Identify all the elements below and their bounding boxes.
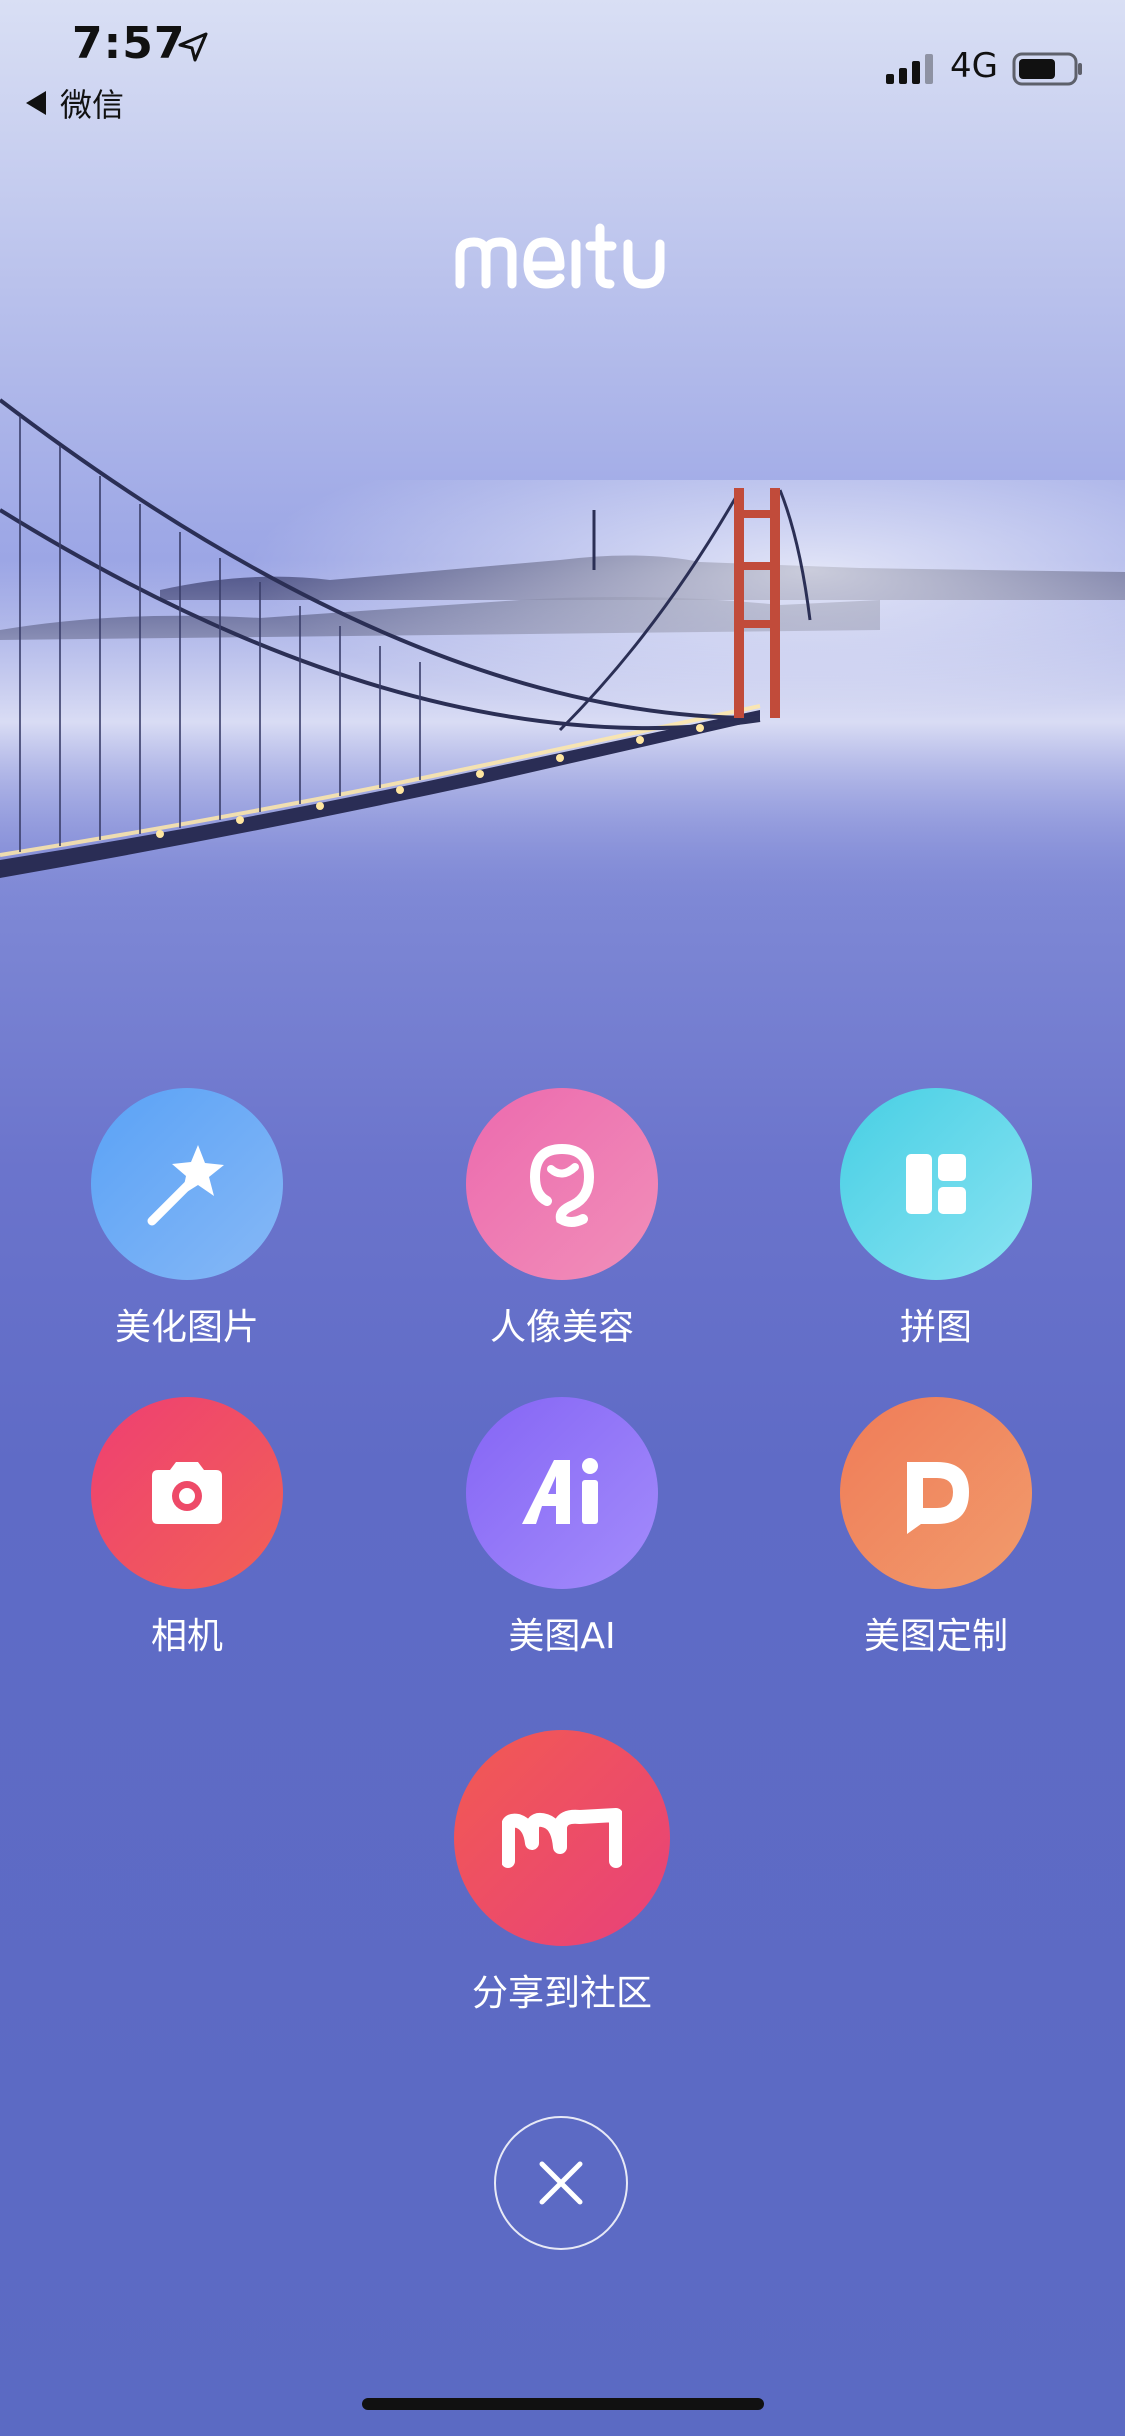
status-time: 7:57 — [72, 18, 186, 69]
network-label: 4G — [950, 46, 998, 86]
meitu-custom-circle — [840, 1397, 1032, 1589]
magic-wand-icon — [147, 1145, 224, 1226]
portrait-beauty-circle — [466, 1088, 658, 1280]
back-label: 微信 — [60, 86, 125, 124]
share-to-community-button[interactable]: 分享到社区 — [442, 1730, 682, 2016]
share-to-community-label: 分享到社区 — [471, 1973, 652, 2014]
ai-icon — [522, 1458, 598, 1524]
meitu-ai-button[interactable]: 美图AI — [442, 1397, 682, 1659]
beautify-photo-label: 美化图片 — [114, 1307, 259, 1348]
home-indicator[interactable] — [362, 2398, 764, 2410]
beautify-photo-circle — [91, 1088, 283, 1280]
back-to-wechat-button[interactable]: 微信 — [26, 80, 124, 126]
back-triangle-icon — [26, 91, 46, 115]
share-to-community-circle — [454, 1730, 670, 1946]
face-outline-icon — [529, 1144, 595, 1227]
bridge-background-image — [0, 398, 1125, 920]
meitu-ai-label: 美图AI — [508, 1616, 616, 1657]
collage-label: 拼图 — [899, 1307, 972, 1348]
meitu-ai-circle — [466, 1397, 658, 1589]
meitu-share-screen: 7:57 微信 4G 美化图片 人像美容 拼图 相机 美图AI 美图定制 分享到… — [0, 0, 1125, 2436]
portrait-beauty-button[interactable]: 人像美容 — [442, 1088, 682, 1350]
meitu-custom-label: 美图定制 — [863, 1616, 1008, 1657]
camera-button[interactable]: 相机 — [67, 1397, 307, 1659]
collage-button[interactable]: 拼图 — [816, 1088, 1056, 1350]
collage-circle — [840, 1088, 1032, 1280]
custom-d-icon — [907, 1462, 969, 1534]
meitu-custom-button[interactable]: 美图定制 — [816, 1397, 1056, 1659]
collage-grid-icon — [906, 1154, 966, 1214]
location-arrow-icon — [178, 32, 208, 62]
close-icon — [539, 2161, 583, 2205]
close-button[interactable] — [494, 2116, 628, 2250]
meitu-logo — [455, 223, 665, 289]
cellular-signal-icon — [886, 54, 933, 84]
camera-icon — [152, 1462, 222, 1524]
camera-circle — [91, 1397, 283, 1589]
portrait-beauty-label: 人像美容 — [489, 1307, 634, 1348]
beautify-photo-button[interactable]: 美化图片 — [67, 1088, 307, 1350]
camera-label: 相机 — [150, 1616, 223, 1657]
meitu-m-icon — [502, 1808, 622, 1868]
battery-icon — [1012, 52, 1082, 86]
